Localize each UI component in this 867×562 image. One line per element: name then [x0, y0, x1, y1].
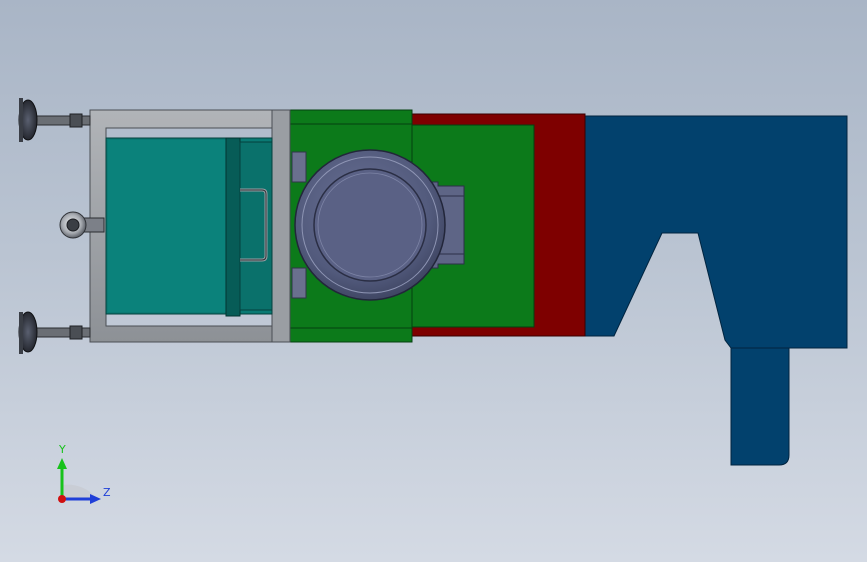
- triad-y-label: Y: [59, 443, 66, 456]
- blue-housing[interactable]: [583, 115, 848, 466]
- cad-viewport[interactable]: Y Z: [0, 0, 867, 562]
- view-orientation-triad: [57, 458, 101, 504]
- teal-box[interactable]: [105, 137, 273, 317]
- model-graphics[interactable]: [0, 0, 867, 562]
- motor-disc[interactable]: [294, 149, 446, 301]
- leveling-foot-bottom[interactable]: [18, 311, 91, 354]
- triad-z-label: Z: [103, 486, 111, 499]
- leveling-foot-top[interactable]: [18, 98, 91, 142]
